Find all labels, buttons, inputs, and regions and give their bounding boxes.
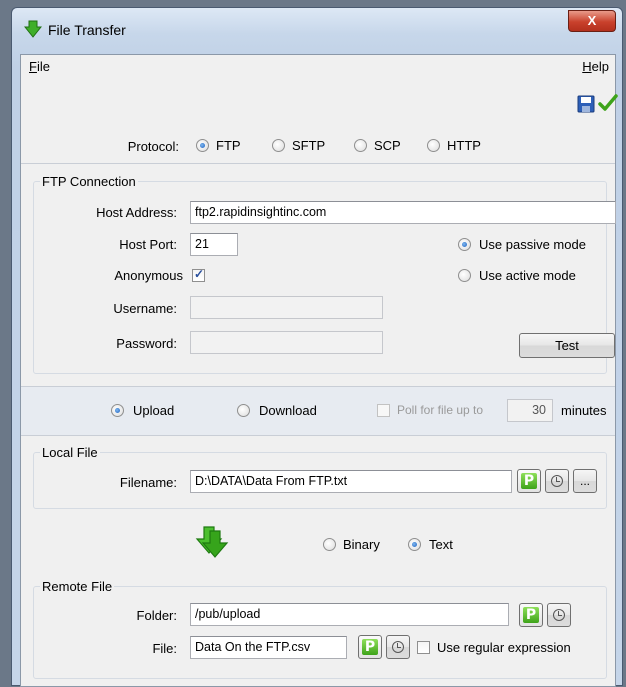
username-input[interactable] — [190, 296, 383, 319]
local-parameter-button[interactable]: P — [517, 469, 541, 493]
file-label: File: — [152, 641, 177, 656]
file-schedule-button[interactable] — [386, 635, 410, 659]
green-down-arrow-icon — [195, 526, 229, 558]
window-title: File Transfer — [48, 22, 126, 38]
protocol-label: Protocol: — [127, 139, 179, 154]
username-label: Username: — [113, 301, 177, 316]
remote-file-group: Remote File — [33, 579, 607, 679]
protocol-http-label[interactable]: HTTP — [447, 138, 481, 153]
password-input[interactable] — [190, 331, 383, 354]
regex-label[interactable]: Use regular expression — [437, 640, 571, 655]
download-label[interactable]: Download — [259, 403, 317, 418]
text-label[interactable]: Text — [429, 537, 453, 552]
host-port-input[interactable]: 21 — [190, 233, 238, 256]
menu-help[interactable]: Help — [582, 59, 609, 74]
remote-file-input[interactable]: Data On the FTP.csv — [190, 636, 347, 659]
active-mode-label[interactable]: Use active mode — [479, 268, 576, 283]
browse-button[interactable]: ... — [573, 469, 597, 493]
parameter-icon: P — [521, 473, 537, 489]
client-area: File Help Protocol: FTP SFTP SCP HTTP FT… — [20, 54, 618, 687]
app-download-icon — [24, 20, 42, 38]
passive-mode-label[interactable]: Use passive mode — [479, 237, 586, 252]
upload-label[interactable]: Upload — [133, 403, 174, 418]
checkmark-icon[interactable] — [598, 93, 618, 113]
upload-radio[interactable] — [111, 404, 124, 417]
binary-radio[interactable] — [323, 538, 336, 551]
minutes-label: minutes — [561, 403, 607, 418]
protocol-ftp-radio[interactable] — [196, 139, 209, 152]
host-port-label: Host Port: — [119, 237, 177, 252]
remote-folder-input[interactable]: /pub/upload — [190, 603, 509, 626]
parameter-icon: P — [523, 607, 539, 623]
file-parameter-button[interactable]: P — [358, 635, 382, 659]
parameter-icon: P — [362, 639, 378, 655]
separator — [21, 163, 615, 164]
anonymous-label: Anonymous — [114, 268, 183, 283]
regex-checkbox[interactable] — [417, 641, 430, 654]
title-bar[interactable]: File Transfer X — [12, 8, 622, 54]
folder-label: Folder: — [136, 608, 177, 623]
protocol-ftp-label[interactable]: FTP — [216, 138, 241, 153]
folder-schedule-button[interactable] — [547, 603, 571, 627]
host-address-input[interactable]: ftp2.rapidinsightinc.com — [190, 201, 616, 224]
protocol-sftp-label[interactable]: SFTP — [292, 138, 325, 153]
poll-minutes-input[interactable]: 30 — [507, 399, 553, 422]
menu-bar: File Help — [21, 55, 615, 77]
close-button[interactable]: X — [568, 10, 616, 32]
file-transfer-window: File Transfer X File Help Protocol: FTP … — [11, 7, 623, 687]
save-icon[interactable] — [577, 95, 595, 113]
filename-label: Filename: — [119, 475, 177, 490]
text-radio[interactable] — [408, 538, 421, 551]
clock-icon — [551, 475, 563, 487]
poll-checkbox[interactable] — [377, 404, 390, 417]
poll-label: Poll for file up to — [397, 403, 484, 417]
protocol-http-radio[interactable] — [427, 139, 440, 152]
anonymous-checkbox[interactable] — [192, 267, 205, 282]
folder-parameter-button[interactable]: P — [519, 603, 543, 627]
clock-icon — [553, 609, 565, 621]
host-address-label: Host Address: — [96, 205, 177, 220]
ftp-connection-title: FTP Connection — [40, 174, 138, 189]
binary-label[interactable]: Binary — [343, 537, 380, 552]
protocol-scp-radio[interactable] — [354, 139, 367, 152]
local-schedule-button[interactable] — [545, 469, 569, 493]
menu-file[interactable]: File — [29, 59, 50, 74]
separator — [21, 435, 615, 436]
protocol-sftp-radio[interactable] — [272, 139, 285, 152]
local-file-title: Local File — [40, 445, 100, 460]
separator — [21, 386, 615, 387]
password-label: Password: — [116, 336, 177, 351]
test-button[interactable]: Test — [519, 333, 615, 358]
download-radio[interactable] — [237, 404, 250, 417]
local-filename-input[interactable]: D:\DATA\Data From FTP.txt — [190, 470, 512, 493]
clock-icon — [392, 641, 404, 653]
passive-mode-radio[interactable] — [458, 238, 471, 251]
remote-file-title: Remote File — [40, 579, 115, 594]
active-mode-radio[interactable] — [458, 269, 471, 282]
protocol-scp-label[interactable]: SCP — [374, 138, 401, 153]
